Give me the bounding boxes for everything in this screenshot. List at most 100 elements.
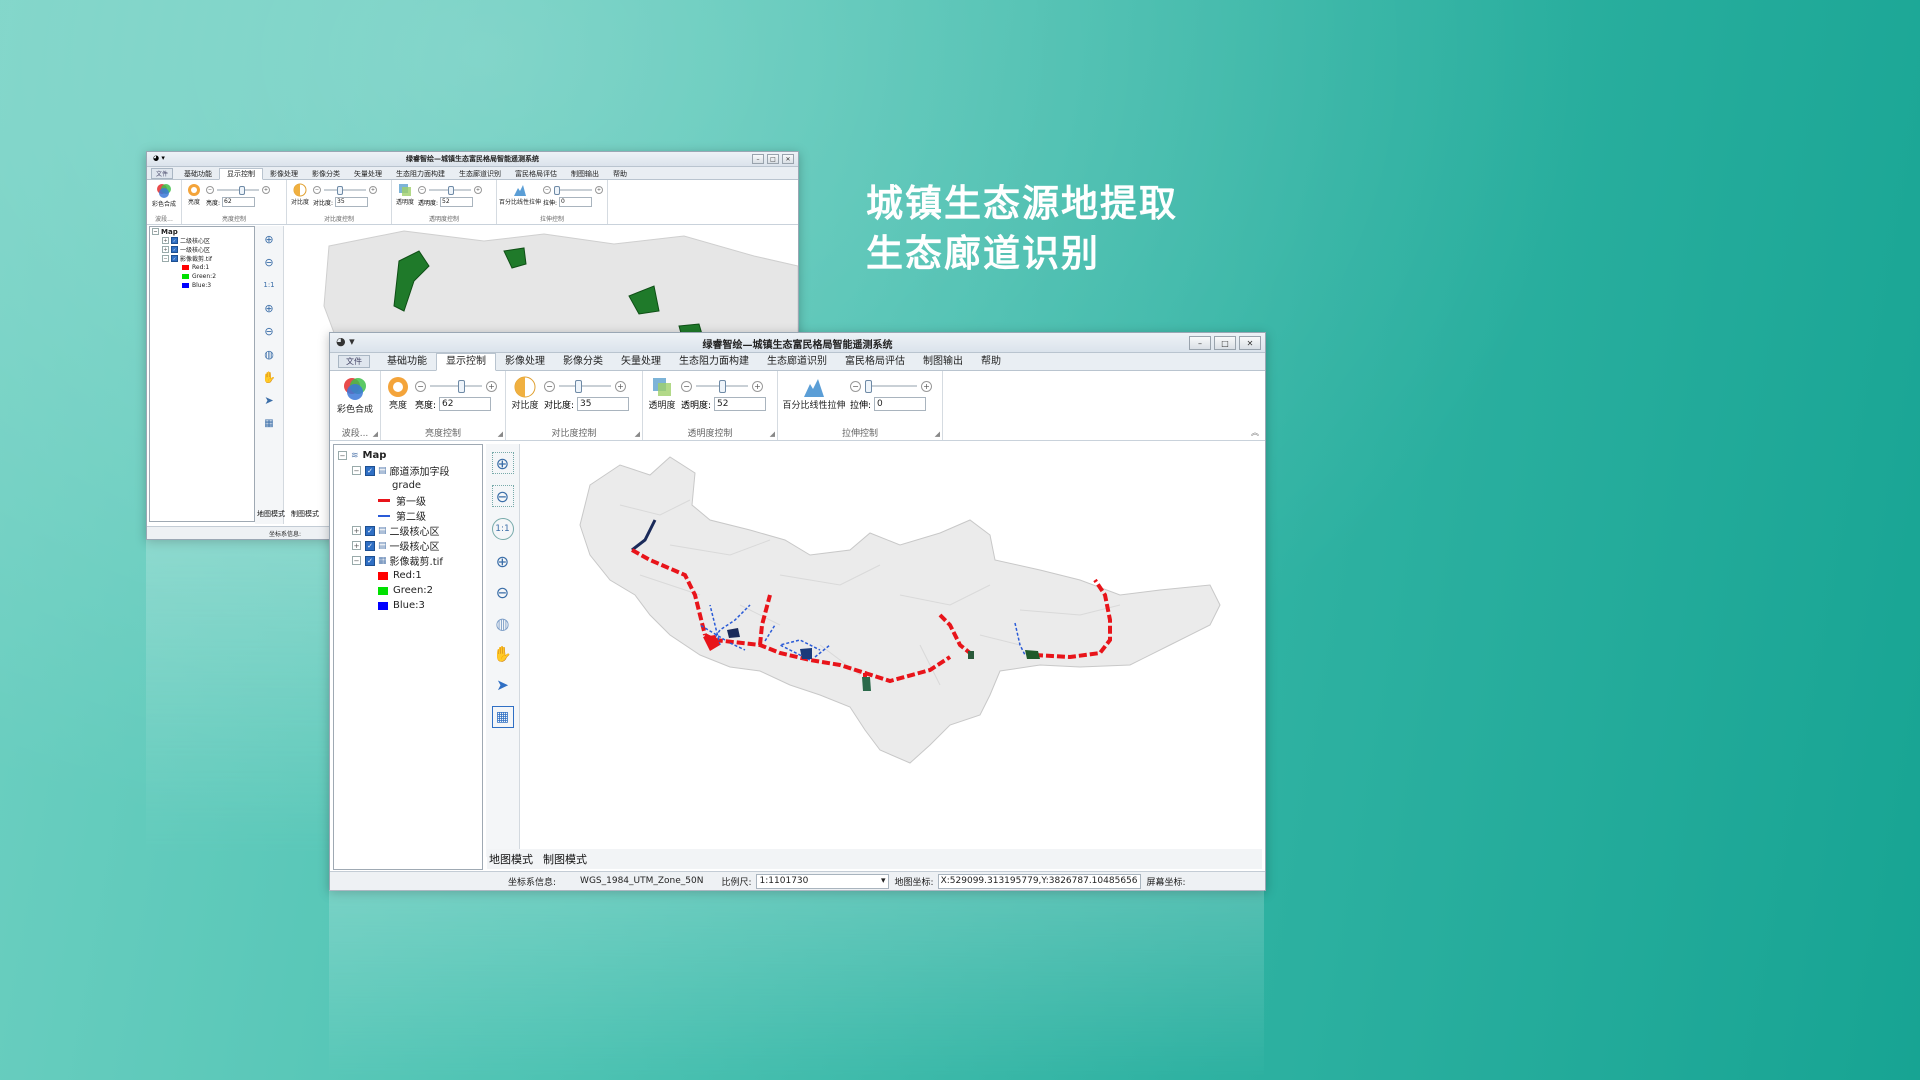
layer-checkbox[interactable]: ✓ — [365, 465, 375, 476]
tab-display[interactable]: 显示控制 — [436, 353, 496, 371]
file-tab[interactable]: 文件 — [338, 355, 370, 368]
tab-image-processing[interactable]: 影像处理 — [263, 169, 305, 179]
increase-icon[interactable]: + — [921, 380, 932, 392]
brightness-slider[interactable] — [217, 185, 259, 195]
group-launcher-icon[interactable]: ◢ — [770, 430, 775, 438]
layer-checkbox[interactable]: ✓ — [171, 237, 178, 244]
close-button[interactable]: ✕ — [1239, 336, 1261, 350]
zoom-1to1-icon[interactable]: 1:1 — [491, 518, 514, 540]
slider-knob[interactable] — [448, 185, 454, 195]
tab-output[interactable]: 制图输出 — [564, 169, 606, 179]
zoom-box-out-icon[interactable]: ⊖ — [491, 485, 514, 507]
decrease-icon[interactable]: − — [850, 380, 861, 392]
increase-icon[interactable]: + — [474, 185, 482, 194]
minimize-button[interactable]: – — [752, 154, 764, 164]
layer-checkbox[interactable]: ✓ — [365, 540, 375, 551]
slider-knob[interactable] — [575, 380, 582, 393]
tree-layer-core2[interactable]: + ✓ ▤ 二级核心区 — [334, 523, 482, 538]
transparency-input[interactable]: 52 — [714, 397, 767, 411]
transparency-slider[interactable] — [429, 185, 471, 195]
group-launcher-icon[interactable]: ◢ — [935, 430, 940, 438]
collapse-ribbon-icon[interactable]: ︽ — [1251, 427, 1259, 438]
increase-icon[interactable]: + — [262, 185, 270, 194]
decrease-icon[interactable]: − — [681, 380, 692, 392]
color-composite-button[interactable]: 彩色合成 — [147, 183, 181, 208]
file-tab[interactable]: 文件 — [151, 168, 174, 179]
zoom-out-icon[interactable]: ⊖ — [493, 582, 513, 602]
map-mode-tab[interactable]: 地图模式 — [489, 851, 533, 867]
group-launcher-icon[interactable]: ◢ — [373, 430, 378, 438]
layout-mode-tab[interactable]: 制图模式 — [543, 851, 587, 867]
stretch-button[interactable]: 百分比线性拉伸 — [778, 376, 850, 411]
tree-root[interactable]: − Map — [150, 227, 254, 236]
contrast-slider[interactable] — [559, 380, 611, 393]
decrease-icon[interactable]: − — [544, 380, 555, 392]
contrast-button[interactable]: 对比度 — [506, 376, 544, 411]
scale-dropdown[interactable]: 1:1101730 ▾ — [755, 873, 889, 889]
group-launcher-icon[interactable]: ◢ — [498, 430, 503, 438]
tab-assessment[interactable]: 富民格局评估 — [508, 169, 564, 179]
decrease-icon[interactable]: − — [313, 185, 321, 194]
maximize-button[interactable]: □ — [767, 154, 779, 164]
tab-vector[interactable]: 矢量处理 — [347, 169, 389, 179]
brightness-button[interactable]: 亮度 — [182, 183, 206, 206]
slider-knob[interactable] — [865, 380, 872, 393]
tree-layer-raster[interactable]: − ✓ ▦ 影像裁剪.tif — [334, 553, 482, 568]
decrease-icon[interactable]: − — [415, 380, 426, 392]
tab-image-processing[interactable]: 影像处理 — [496, 354, 554, 370]
collapse-icon[interactable]: − — [352, 556, 361, 565]
tab-help[interactable]: 帮助 — [606, 169, 634, 179]
layout-mode-tab[interactable]: 制图模式 — [291, 509, 319, 519]
tab-display[interactable]: 显示控制 — [219, 168, 264, 180]
tab-corridor[interactable]: 生态廊道识别 — [758, 354, 836, 370]
stretch-input[interactable]: 0 — [559, 197, 593, 207]
contrast-slider[interactable] — [324, 185, 366, 195]
slider-knob[interactable] — [239, 185, 245, 195]
hand-pan-icon[interactable]: ✋ — [493, 644, 513, 664]
brightness-input[interactable]: 62 — [222, 197, 256, 207]
tab-basic[interactable]: 基础功能 — [378, 354, 436, 370]
select-pointer-icon[interactable]: ➤ — [493, 675, 513, 695]
tab-corridor[interactable]: 生态廊道识别 — [452, 169, 508, 179]
globe-full-extent-icon[interactable]: ◍ — [262, 347, 276, 361]
color-composite-button[interactable]: 彩色合成 — [330, 376, 380, 415]
tab-assessment[interactable]: 富民格局评估 — [836, 354, 914, 370]
slider-knob[interactable] — [554, 185, 560, 195]
tree-layer-core1[interactable]: + ✓ 一级核心区 — [150, 245, 254, 254]
tab-vector[interactable]: 矢量处理 — [612, 354, 670, 370]
layer-checkbox[interactable]: ✓ — [365, 525, 375, 536]
globe-full-extent-icon[interactable]: ◍ — [493, 613, 513, 633]
tree-layer-raster[interactable]: − ✓ 影像裁剪.tif — [150, 254, 254, 263]
map-view[interactable] — [520, 445, 1260, 849]
stretch-button[interactable]: 百分比线性拉伸 — [497, 183, 543, 206]
expand-icon[interactable]: + — [352, 526, 361, 535]
contrast-button[interactable]: 对比度 — [287, 183, 313, 206]
tree-layer-core2[interactable]: + ✓ 二级核心区 — [150, 236, 254, 245]
hand-pan-icon[interactable]: ✋ — [262, 370, 276, 384]
tree-root[interactable]: − ≋ Map — [334, 448, 482, 463]
increase-icon[interactable]: + — [615, 380, 626, 392]
expand-icon[interactable]: + — [352, 541, 361, 550]
increase-icon[interactable]: + — [369, 185, 377, 194]
increase-icon[interactable]: + — [595, 185, 603, 194]
collapse-icon[interactable]: − — [338, 451, 347, 460]
layout-icon[interactable]: ▦ — [262, 416, 276, 430]
decrease-icon[interactable]: − — [543, 185, 551, 194]
transparency-button[interactable]: 透明度 — [392, 183, 418, 206]
stretch-input[interactable]: 0 — [874, 397, 927, 411]
zoom-box-in-icon[interactable]: ⊕ — [491, 452, 514, 474]
zoom-box-in-icon[interactable]: ⊕ — [262, 232, 276, 246]
select-pointer-icon[interactable]: ➤ — [262, 393, 276, 407]
tab-basic[interactable]: 基础功能 — [177, 169, 219, 179]
tab-image-classification[interactable]: 影像分类 — [305, 169, 347, 179]
decrease-icon[interactable]: − — [418, 185, 426, 194]
stretch-slider[interactable] — [554, 185, 592, 195]
contrast-input[interactable]: 35 — [577, 397, 630, 411]
transparency-input[interactable]: 52 — [440, 197, 474, 207]
layer-checkbox[interactable]: ✓ — [365, 555, 375, 566]
increase-icon[interactable]: + — [752, 380, 763, 392]
layer-checkbox[interactable]: ✓ — [171, 246, 178, 253]
tab-resistance[interactable]: 生态阻力面构建 — [670, 354, 758, 370]
tree-layer-corridor[interactable]: − ✓ ▤ 廊道添加字段 — [334, 463, 482, 478]
layer-checkbox[interactable]: ✓ — [171, 255, 178, 262]
